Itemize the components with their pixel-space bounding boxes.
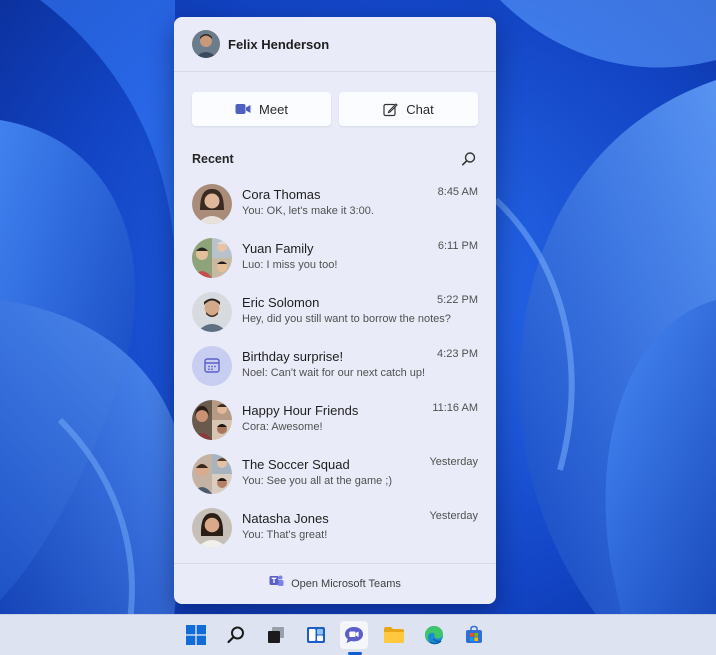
meet-button[interactable]: Meet <box>192 92 331 126</box>
windows-start-icon[interactable] <box>182 621 210 649</box>
profile-header[interactable]: Felix Henderson <box>174 17 496 71</box>
conversation-item-cora-thomas[interactable]: Cora Thomas You: OK, let's make it 3:00.… <box>174 178 496 232</box>
conversation-preview: You: See you all at the game ;) <box>242 475 393 487</box>
profile-name: Felix Henderson <box>228 37 330 52</box>
open-microsoft-teams-link[interactable]: Open Microsoft Teams <box>174 563 496 604</box>
conversation-preview: Cora: Awesome! <box>242 421 323 433</box>
recent-search-icon[interactable] <box>460 150 478 168</box>
conversation-time: 4:23 PM <box>437 348 478 360</box>
open-teams-label: Open Microsoft Teams <box>291 577 401 590</box>
teams-chat-icon[interactable] <box>340 621 368 649</box>
conversation-name: The Soccer Squad <box>242 457 350 472</box>
conversation-name: Yuan Family <box>242 241 314 256</box>
conversation-name: Happy Hour Friends <box>242 403 359 418</box>
conversation-item-the-soccer-squad[interactable]: The Soccer Squad You: See you all at the… <box>174 448 496 502</box>
conversation-item-birthday-surprise[interactable]: Birthday surprise! Noel: Can't wait for … <box>174 340 496 394</box>
edge-browser-icon[interactable] <box>420 621 448 649</box>
profile-avatar <box>192 30 220 58</box>
compose-icon <box>383 102 399 117</box>
conversation-item-eric-solomon[interactable]: Eric Solomon Hey, did you still want to … <box>174 286 496 340</box>
conversation-time: 5:22 PM <box>437 294 478 306</box>
conversation-name: Natasha Jones <box>242 511 329 526</box>
conversation-preview: You: That's great! <box>242 529 328 541</box>
group-avatar <box>192 238 232 278</box>
conversation-time: 11:16 AM <box>432 402 478 414</box>
conversation-item-yuan-family[interactable]: Yuan Family Luo: I miss you too! 6:11 PM <box>174 232 496 286</box>
teams-icon <box>269 574 284 593</box>
conversation-name: Birthday surprise! <box>242 349 344 364</box>
conversation-preview: Hey, did you still want to borrow the no… <box>242 313 451 325</box>
group-avatar <box>192 400 232 440</box>
conversation-preview: You: OK, let's make it 3:00. <box>242 205 374 217</box>
widgets-icon[interactable] <box>302 621 330 649</box>
avatar <box>192 184 232 224</box>
conversation-preview: Luo: I miss you too! <box>242 259 338 271</box>
chat-button[interactable]: Chat <box>339 92 478 126</box>
conversation-time: 6:11 PM <box>437 240 478 252</box>
taskbar <box>0 614 716 655</box>
chat-flyout: Felix Henderson Meet Chat Recent Cora Th… <box>174 17 496 604</box>
search-icon[interactable] <box>222 621 250 649</box>
conversation-time: Yesterday <box>429 510 478 522</box>
task-view-icon[interactable] <box>262 621 290 649</box>
conversation-time: Yesterday <box>429 456 478 468</box>
header-divider <box>174 71 496 72</box>
conversation-name: Eric Solomon <box>242 295 320 310</box>
conversation-preview: Noel: Can't wait for our next catch up! <box>242 367 426 379</box>
meet-label: Meet <box>259 101 288 117</box>
conversation-name: Cora Thomas <box>242 187 321 202</box>
group-avatar <box>192 454 232 494</box>
file-explorer-icon[interactable] <box>380 621 408 649</box>
desktop: Felix Henderson Meet Chat Recent Cora Th… <box>0 0 716 655</box>
video-camera-icon <box>235 103 251 115</box>
avatar <box>192 292 232 332</box>
microsoft-store-icon[interactable] <box>460 621 488 649</box>
conversation-item-natasha-jones[interactable]: Natasha Jones You: That's great! Yesterd… <box>174 502 496 556</box>
conversation-item-happy-hour-friends[interactable]: Happy Hour Friends Cora: Awesome! 11:16 … <box>174 394 496 448</box>
conversation-time: 8:45 AM <box>437 186 478 198</box>
recent-heading: Recent <box>192 152 234 166</box>
calendar-icon <box>192 346 232 386</box>
avatar <box>192 508 232 548</box>
chat-label: Chat <box>406 101 434 117</box>
